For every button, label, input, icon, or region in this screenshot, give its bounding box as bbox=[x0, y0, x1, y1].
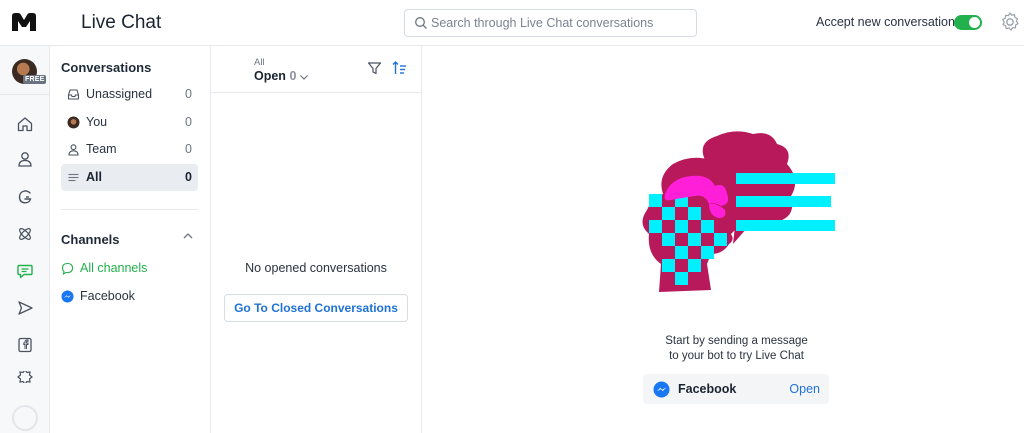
go-to-closed-button[interactable]: Go To Closed Conversations bbox=[224, 294, 408, 322]
sidebar-divider bbox=[61, 209, 198, 210]
plan-badge: FREE bbox=[23, 75, 47, 84]
sidebar-item-unassigned[interactable]: Unassigned 0 bbox=[61, 81, 198, 108]
nav-integrations[interactable] bbox=[14, 223, 36, 245]
list-icon bbox=[68, 173, 79, 182]
user-avatar-icon bbox=[67, 116, 80, 129]
empty-state-message: Start by sending a message to your bot t… bbox=[635, 334, 838, 364]
nav-settings[interactable] bbox=[14, 371, 36, 383]
sidebar-item-count: 0 bbox=[185, 115, 192, 129]
conversations-heading: Conversations bbox=[61, 60, 152, 75]
search-input[interactable] bbox=[431, 14, 691, 32]
home-icon bbox=[17, 117, 33, 132]
integrations-icon bbox=[19, 228, 31, 240]
settings-partial-icon bbox=[17, 371, 33, 383]
accept-conversations-label: Accept new conversations bbox=[816, 15, 962, 29]
sidebar-item-count: 0 bbox=[185, 142, 192, 156]
gear-icon[interactable] bbox=[999, 11, 1021, 33]
nav-home[interactable] bbox=[14, 113, 36, 135]
status-dropdown[interactable]: Open 0 bbox=[254, 69, 296, 83]
accept-conversations-toggle[interactable] bbox=[954, 15, 982, 30]
team-icon bbox=[68, 144, 79, 156]
chat-main-panel: Start by sending a message to your bot t… bbox=[422, 46, 1024, 433]
rail-divider bbox=[0, 94, 50, 95]
message-line-2: to your bot to try Live Chat bbox=[669, 350, 804, 362]
nav-broadcasting[interactable] bbox=[14, 297, 36, 319]
user-icon bbox=[18, 152, 32, 167]
sidebar-item-label: Team bbox=[86, 142, 117, 156]
messenger-icon bbox=[61, 290, 74, 303]
channel-label: Facebook bbox=[80, 289, 135, 303]
sidebar-item-you[interactable]: You 0 bbox=[61, 109, 198, 136]
facebook-channel-card: Facebook Open bbox=[643, 374, 829, 404]
status-label: Open bbox=[254, 69, 286, 83]
app-root: Live Chat Accept new conversations FREE bbox=[0, 0, 1024, 433]
messenger-icon bbox=[653, 381, 670, 398]
inbox-icon bbox=[67, 89, 80, 100]
filter-icon[interactable] bbox=[367, 61, 382, 76]
nav-growth-tools[interactable] bbox=[14, 186, 36, 208]
channel-all[interactable]: All channels bbox=[61, 261, 181, 277]
channel-card-label: Facebook bbox=[678, 382, 737, 396]
nav-rail: FREE bbox=[0, 46, 50, 433]
top-header: Live Chat Accept new conversations bbox=[0, 0, 1024, 46]
growth-tools-icon bbox=[18, 190, 32, 204]
send-icon bbox=[18, 301, 33, 315]
sidebar-item-label: You bbox=[86, 115, 108, 129]
manychat-logo[interactable] bbox=[10, 11, 38, 33]
live-chat-icon bbox=[17, 264, 33, 279]
status-count: 0 bbox=[289, 69, 297, 83]
filter-group-label: All bbox=[254, 57, 265, 68]
chevron-down-icon[interactable] bbox=[299, 72, 309, 82]
search-box[interactable] bbox=[404, 9, 697, 37]
loading-spinner bbox=[12, 405, 38, 431]
conversation-list: All Open 0 No opened conversations Go To… bbox=[211, 46, 422, 433]
chevron-up-icon[interactable] bbox=[182, 230, 194, 242]
channels-heading: Channels bbox=[61, 232, 120, 247]
sidebar-item-all[interactable]: All 0 bbox=[61, 164, 198, 191]
sidebar-item-count: 0 bbox=[185, 170, 192, 184]
sidebar-item-count: 0 bbox=[185, 87, 192, 101]
page-title: Live Chat bbox=[81, 12, 162, 33]
sort-icon[interactable] bbox=[392, 60, 408, 76]
empty-state-text: No opened conversations bbox=[245, 261, 387, 275]
sidebar-item-label: All bbox=[86, 170, 102, 184]
nav-live-chat[interactable] bbox=[14, 260, 36, 282]
live-chat-illustration bbox=[642, 131, 835, 292]
conversations-sidebar: Conversations Unassigned 0 You 0 Team 0 … bbox=[50, 46, 211, 433]
open-channel-link[interactable]: Open bbox=[789, 382, 820, 396]
sidebar-item-team[interactable]: Team 0 bbox=[61, 136, 198, 163]
nav-facebook-page[interactable] bbox=[14, 334, 36, 356]
search-icon bbox=[415, 17, 427, 29]
channel-facebook[interactable]: Facebook bbox=[61, 289, 181, 305]
chat-bubble-icon bbox=[61, 262, 74, 275]
conversation-list-header: All Open 0 bbox=[211, 46, 421, 93]
nav-contacts[interactable] bbox=[14, 148, 36, 170]
channel-label: All channels bbox=[80, 261, 148, 275]
message-line-1: Start by sending a message bbox=[665, 335, 808, 347]
facebook-page-icon bbox=[18, 337, 32, 353]
sidebar-item-label: Unassigned bbox=[86, 87, 153, 101]
